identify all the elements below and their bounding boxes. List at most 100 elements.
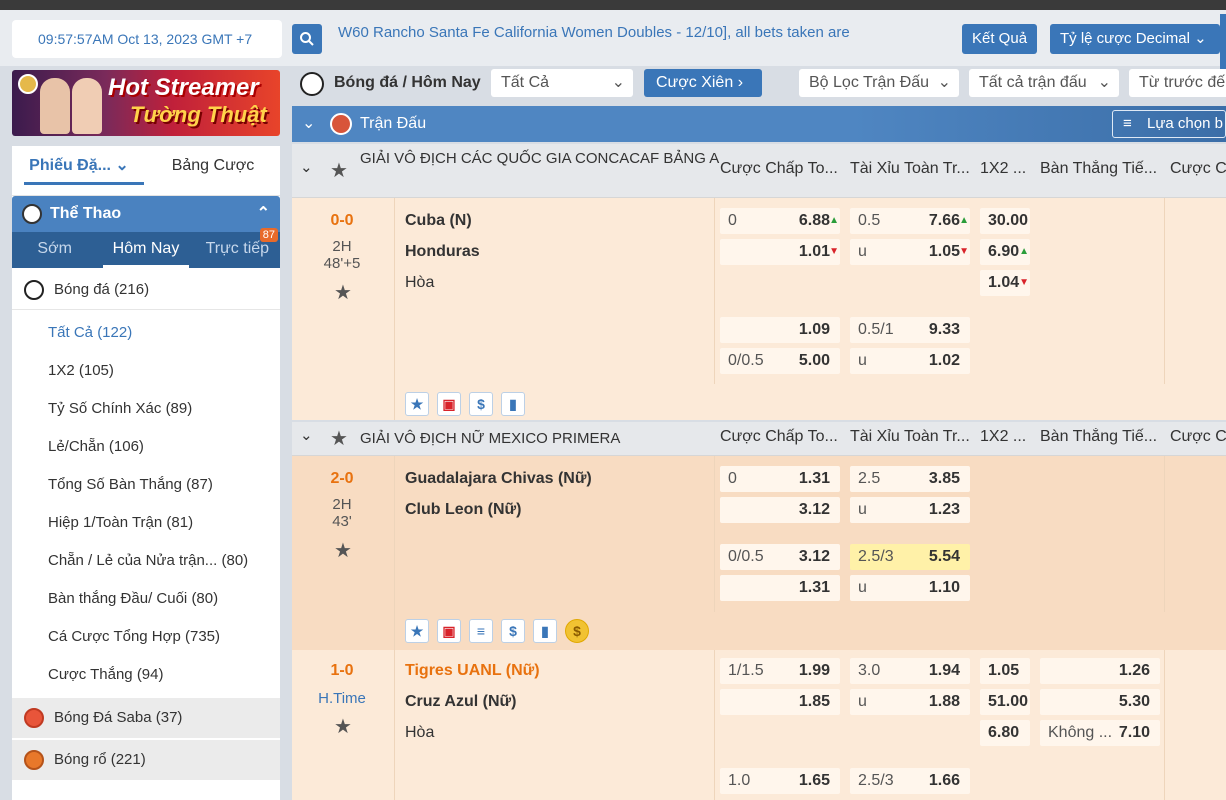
dollar-icon[interactable]: $ xyxy=(501,619,525,643)
odds-cell[interactable]: 0/0.5 3.12 xyxy=(720,544,840,570)
odds-cell[interactable]: u 1.05 ▼ xyxy=(850,239,970,265)
tab-bet-list[interactable]: Bảng Cược xyxy=(146,146,280,195)
odds-cell[interactable]: 1.26 xyxy=(1040,658,1160,684)
odds-cell[interactable]: u 1.23 xyxy=(850,497,970,523)
match-period: 2H xyxy=(332,238,352,255)
odds-cell[interactable]: Không ... 7.10 xyxy=(1040,720,1160,746)
away-team: Honduras xyxy=(405,243,480,260)
sidebar-subitem[interactable]: Tổng Số Bàn Thắng (87) xyxy=(12,466,280,504)
odds-cell[interactable]: 1.31 xyxy=(720,575,840,601)
odds-down-icon: ▼ xyxy=(829,246,839,257)
odds-value: 1.88 xyxy=(928,693,960,710)
sidebar-item-basketball[interactable]: Bóng rổ (221) xyxy=(12,740,280,780)
dollar-icon[interactable]: $ xyxy=(469,392,493,416)
odds-cell[interactable]: 0.5/1 9.33 xyxy=(850,317,970,343)
parlay-button[interactable]: Cược Xiên › xyxy=(644,69,762,97)
odds-cell[interactable]: 2.5/3 1.66 xyxy=(850,768,970,794)
odds-value: 1.31 xyxy=(798,579,830,596)
sidebar-item-football[interactable]: Bóng đá (216) xyxy=(12,270,280,310)
odds-cell[interactable]: 1.0 1.65 xyxy=(720,768,840,794)
odds-cell[interactable]: 0.5 7.66 ▲ xyxy=(850,208,970,234)
star-icon[interactable]: ★ xyxy=(330,426,348,451)
sidebar-subitem[interactable]: Tỷ Số Chính Xác (89) xyxy=(12,390,280,428)
field-icon[interactable]: ▣ xyxy=(437,619,461,643)
chevron-down-icon[interactable]: ⌄ xyxy=(300,426,313,444)
odds-cell[interactable]: 1/1.5 1.99 xyxy=(720,658,840,684)
layers-icon[interactable]: ≡ xyxy=(469,619,493,643)
odds-cell[interactable]: 1.85 xyxy=(720,689,840,715)
odds-cell[interactable]: 0 6.88 ▲ xyxy=(720,208,840,234)
odds-cell-highlighted[interactable]: 2.5/3 5.54 xyxy=(850,544,970,570)
market-filter-select[interactable]: Tất Cả ⌄ xyxy=(491,69,633,97)
odds-cell[interactable]: 1.01 ▼ xyxy=(720,239,840,265)
favorite-star-icon[interactable]: ★ xyxy=(334,280,352,305)
cashout-coin-icon[interactable]: $ xyxy=(565,619,589,643)
sidebar-subitem[interactable]: 1X2 (105) xyxy=(12,352,280,390)
pick-select-button[interactable]: ≡ Lựa chọn b xyxy=(1112,110,1226,138)
odds-cell[interactable]: 30.00 xyxy=(980,208,1030,234)
league-header[interactable]: ⌄ ★ GIẢI VÔ ĐỊCH NỮ MEXICO PRIMERA Cược … xyxy=(292,422,1226,456)
odds-cell[interactable]: 51.00 xyxy=(980,689,1030,715)
favorite-star-icon[interactable]: ★ xyxy=(334,714,352,739)
odds-cell[interactable]: u 1.10 xyxy=(850,575,970,601)
sidebar-subitem[interactable]: Chẵn / Lẻ của Nửa trận... (80) xyxy=(12,542,280,580)
odds-cell[interactable]: 0 1.31 xyxy=(720,466,840,492)
sports-header[interactable]: Thể Thao ⌃ xyxy=(12,196,280,232)
sidebar-subitem[interactable]: Cá Cược Tổng Hợp (735) xyxy=(12,618,280,656)
home-team: Cuba (N) xyxy=(405,212,472,229)
stats-icon[interactable]: ▮ xyxy=(501,392,525,416)
chevron-down-icon[interactable]: ⌄ xyxy=(300,158,313,176)
sidebar-subitem[interactable]: Lẻ/Chẵn (106) xyxy=(12,428,280,466)
sidebar-subitem[interactable]: Hiệp 1/Toàn Trận (81) xyxy=(12,504,280,542)
tab-today[interactable]: Hôm Nay xyxy=(103,232,189,268)
column-1x2: 1X2 ... xyxy=(980,428,1027,445)
odds-cell[interactable]: 1.05 xyxy=(980,658,1030,684)
match-filter-select[interactable]: Bộ Lọc Trận Đấu ⌄ xyxy=(799,69,959,97)
sort-select[interactable]: Từ trước đế xyxy=(1129,69,1226,97)
next-goal-option: Không ... xyxy=(1048,724,1113,741)
odds-value: 1.31 xyxy=(798,470,830,487)
sidebar-subitem[interactable]: Tất Cả (122) xyxy=(12,314,280,352)
odds-cell[interactable]: 0/0.5 5.00 xyxy=(720,348,840,374)
sport-count: (37) xyxy=(155,709,183,726)
odds-cell[interactable]: 5.30 xyxy=(1040,689,1160,715)
right-edge-button[interactable] xyxy=(1220,14,1226,70)
odds-cell[interactable]: 3.0 1.94 xyxy=(850,658,970,684)
field-icon[interactable]: ▣ xyxy=(437,392,461,416)
subitem-count: (735) xyxy=(185,628,221,645)
brand-logo-icon xyxy=(18,74,38,94)
odds-cell[interactable]: 2.5 3.85 xyxy=(850,466,970,492)
odds-cell[interactable]: 6.80 xyxy=(980,720,1030,746)
favorite-star-icon[interactable]: ★ xyxy=(405,619,429,643)
ou-line: u xyxy=(858,352,867,369)
results-button[interactable]: Kết Quả xyxy=(962,24,1038,54)
odds-cell[interactable]: 6.90 ▲ xyxy=(980,239,1030,265)
chevron-down-icon[interactable]: ⌄ xyxy=(302,106,315,142)
odds-value: 5.00 xyxy=(798,352,830,369)
odds-cell[interactable]: u 1.02 xyxy=(850,348,970,374)
odds-cell[interactable]: 1.04 ▼ xyxy=(980,270,1030,296)
odds-value: 1.66 xyxy=(928,772,960,789)
odds-value: 1.09 xyxy=(798,321,830,338)
favorite-star-icon[interactable]: ★ xyxy=(405,392,429,416)
tab-early[interactable]: Sớm xyxy=(12,232,97,268)
column-handicap: Cược Chấp To... xyxy=(720,160,838,177)
league-header[interactable]: ⌄ ★ GIẢI VÔ ĐỊCH CÁC QUỐC GIA CONCACAF B… xyxy=(292,144,1226,198)
sidebar-subitem[interactable]: Cược Thắng (94) xyxy=(12,656,280,694)
star-icon[interactable]: ★ xyxy=(330,158,348,183)
news-ticker[interactable]: W60 Rancho Santa Fe California Women Dou… xyxy=(338,24,948,41)
odds-format-select[interactable]: Tỷ lệ cược Decimal ⌄ xyxy=(1050,24,1220,54)
odds-cell[interactable]: 3.12 xyxy=(720,497,840,523)
hot-streamer-banner[interactable]: Hot Streamer Tường Thuật xyxy=(12,70,280,136)
sport-label: Bóng đá xyxy=(54,281,110,298)
tab-live[interactable]: Trực tiếp 87 xyxy=(195,228,280,268)
tab-bet-slip[interactable]: Phiếu Đặ... ⌄ xyxy=(12,146,146,195)
favorite-star-icon[interactable]: ★ xyxy=(334,538,352,563)
sidebar-subitem[interactable]: Bàn thắng Đầu/ Cuối (80) xyxy=(12,580,280,618)
odds-cell[interactable]: 1.09 xyxy=(720,317,840,343)
search-button[interactable] xyxy=(292,24,322,54)
all-matches-select[interactable]: Tất cả trận đấu ⌄ xyxy=(969,69,1119,97)
odds-cell[interactable]: u 1.88 xyxy=(850,689,970,715)
stats-icon[interactable]: ▮ xyxy=(533,619,557,643)
sidebar-item-saba[interactable]: Bóng Đá Saba (37) xyxy=(12,698,280,738)
